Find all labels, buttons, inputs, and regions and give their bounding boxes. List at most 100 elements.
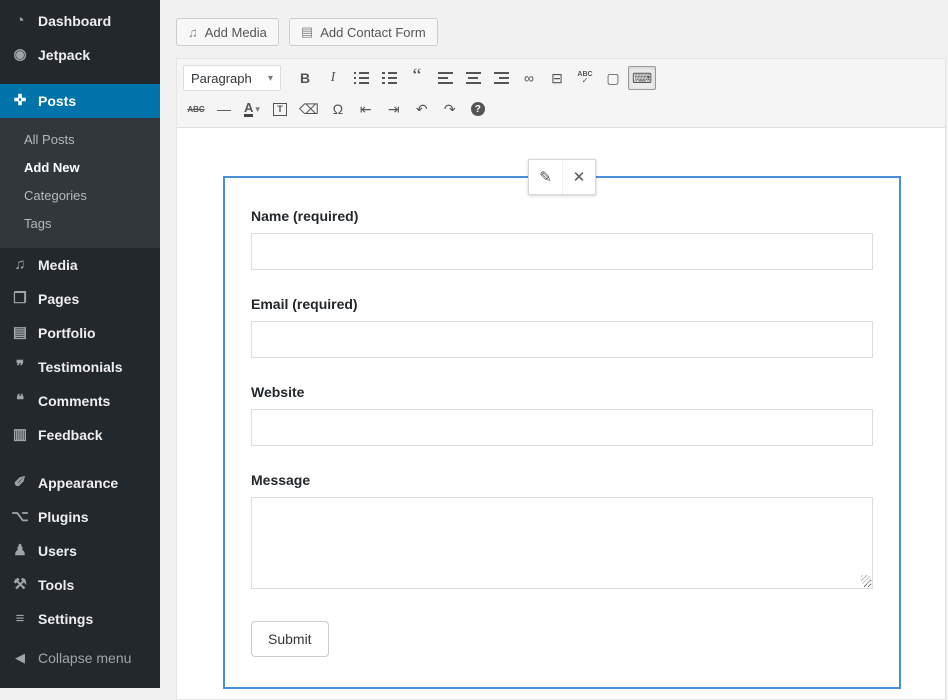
sidebar-item-plugins[interactable]: ⌥ Plugins xyxy=(0,500,160,534)
editor-content-area[interactable]: ✎ ✕ Name (required) Email (required) Web… xyxy=(177,128,945,699)
message-textarea[interactable] xyxy=(251,497,873,589)
sidebar-item-pages[interactable]: ❐ Pages xyxy=(0,282,160,316)
indent-button[interactable]: ⇥ xyxy=(381,97,407,121)
sidebar-item-media[interactable]: ♫ Media xyxy=(0,248,160,282)
align-left-icon xyxy=(438,72,453,84)
align-left-button[interactable] xyxy=(432,66,458,90)
link-button[interactable]: ∞ xyxy=(516,66,542,90)
bulleted-list-icon xyxy=(354,72,369,84)
sidebar-item-dashboard[interactable]: ◔ Dashboard xyxy=(0,4,160,38)
website-input[interactable] xyxy=(251,409,873,446)
editor-page: ♫ Add Media ▤ Add Contact Form Paragraph… xyxy=(160,0,948,688)
contact-form-block-toolbar: ✎ ✕ xyxy=(528,159,596,195)
spellcheck-button[interactable]: ABC ✓ xyxy=(572,66,598,90)
menu-separator xyxy=(0,72,160,84)
outdent-button[interactable]: ⇤ xyxy=(353,97,379,121)
contact-form-block[interactable]: ✎ ✕ Name (required) Email (required) Web… xyxy=(223,176,901,689)
resize-handle[interactable] xyxy=(861,575,870,584)
blockquote-icon: “ xyxy=(413,72,422,84)
undo-button[interactable]: ↶ xyxy=(409,97,435,121)
sidebar-item-users[interactable]: ♟ Users xyxy=(0,534,160,568)
bulleted-list-button[interactable] xyxy=(348,66,374,90)
tools-icon: ⚒ xyxy=(11,576,29,594)
text-color-icon: A xyxy=(244,102,253,117)
sidebar-item-label: Appearance xyxy=(38,474,118,492)
remove-form-button[interactable]: ✕ xyxy=(562,160,595,194)
posts-icon: ✜ xyxy=(11,92,29,110)
special-character-button[interactable]: Ω xyxy=(325,97,351,121)
numbered-list-button[interactable] xyxy=(376,66,402,90)
align-right-icon xyxy=(494,72,509,84)
clear-formatting-button[interactable]: ⌫ xyxy=(295,97,323,121)
name-input[interactable] xyxy=(251,233,873,270)
sidebar-item-feedback[interactable]: ▥ Feedback xyxy=(0,418,160,452)
bold-button[interactable]: B xyxy=(292,66,318,90)
blockquote-button[interactable]: “ xyxy=(404,66,430,90)
add-contact-form-label: Add Contact Form xyxy=(320,25,426,40)
bold-icon: B xyxy=(300,70,310,86)
toolbar-row-2: ABC — A ▾ T ⌫ Ω ⇤ ⇥ ↶ ↷ ? xyxy=(181,94,941,124)
redo-button[interactable]: ↷ xyxy=(437,97,463,121)
toolbar-toggle-button[interactable]: ⌨ xyxy=(628,66,656,90)
message-textarea-wrap xyxy=(251,497,873,589)
redo-icon: ↷ xyxy=(444,101,456,118)
fullscreen-button[interactable]: ▢ xyxy=(600,66,626,90)
close-icon: ✕ xyxy=(573,168,586,186)
numbered-list-icon xyxy=(382,72,397,84)
more-tag-button[interactable]: ⊟ xyxy=(544,66,570,90)
submenu-item-tags[interactable]: Tags xyxy=(0,210,160,238)
sidebar-item-label: Users xyxy=(38,542,77,560)
appearance-icon: ✐ xyxy=(11,474,29,492)
chevron-down-icon: ▾ xyxy=(268,73,273,84)
wordpress-admin: ◔ Dashboard ◉ Jetpack ✜ Posts All Posts … xyxy=(0,0,948,688)
submenu-item-all-posts[interactable]: All Posts xyxy=(0,126,160,154)
collapse-icon: ◀ xyxy=(11,650,29,666)
more-tag-icon: ⊟ xyxy=(551,70,563,87)
media-buttons-row: ♫ Add Media ▤ Add Contact Form xyxy=(176,18,946,46)
contact-form-icon: ▤ xyxy=(301,24,313,40)
sidebar-item-comments[interactable]: ❝ Comments xyxy=(0,384,160,418)
edit-form-button[interactable]: ✎ xyxy=(529,160,562,194)
help-button[interactable]: ? xyxy=(465,97,491,121)
comments-icon: ❝ xyxy=(11,392,29,410)
sidebar-item-portfolio[interactable]: ▤ Portfolio xyxy=(0,316,160,350)
omega-icon: Ω xyxy=(333,101,343,117)
spellcheck-icon: ABC ✓ xyxy=(577,71,592,85)
add-media-button[interactable]: ♫ Add Media xyxy=(176,18,279,46)
indent-icon: ⇥ xyxy=(388,101,400,118)
settings-icon: ≡ xyxy=(11,610,29,628)
horizontal-rule-button[interactable]: — xyxy=(211,97,237,121)
align-right-button[interactable] xyxy=(488,66,514,90)
italic-icon: I xyxy=(331,70,336,86)
visual-editor: Paragraph ▾ B I “ ∞ ⊟ ABC xyxy=(176,58,946,700)
sidebar-item-settings[interactable]: ≡ Settings xyxy=(0,602,160,636)
sidebar-item-appearance[interactable]: ✐ Appearance xyxy=(0,466,160,500)
fullscreen-icon: ▢ xyxy=(606,70,619,87)
strikethrough-button[interactable]: ABC xyxy=(183,97,209,121)
paragraph-format-select[interactable]: Paragraph ▾ xyxy=(183,65,281,91)
sidebar-item-label: Pages xyxy=(38,290,79,308)
italic-button[interactable]: I xyxy=(320,66,346,90)
add-contact-form-button[interactable]: ▤ Add Contact Form xyxy=(289,18,438,46)
align-center-button[interactable] xyxy=(460,66,486,90)
pages-icon: ❐ xyxy=(11,290,29,308)
sidebar-item-collapse-menu[interactable]: ◀ Collapse menu xyxy=(0,642,160,674)
sidebar-item-tools[interactable]: ⚒ Tools xyxy=(0,568,160,602)
submenu-item-categories[interactable]: Categories xyxy=(0,182,160,210)
submenu-item-add-new[interactable]: Add New xyxy=(0,154,160,182)
feedback-icon: ▥ xyxy=(11,426,29,444)
submit-button[interactable]: Submit xyxy=(251,621,329,657)
email-input[interactable] xyxy=(251,321,873,358)
sidebar-item-jetpack[interactable]: ◉ Jetpack xyxy=(0,38,160,72)
sidebar-item-label: Media xyxy=(38,256,78,274)
sidebar-item-label: Jetpack xyxy=(38,46,90,64)
sidebar-item-posts[interactable]: ✜ Posts xyxy=(0,84,160,118)
sidebar-item-testimonials[interactable]: ❞ Testimonials xyxy=(0,350,160,384)
text-color-button[interactable]: A ▾ xyxy=(239,97,265,121)
media-icon: ♫ xyxy=(188,25,198,40)
undo-icon: ↶ xyxy=(416,101,428,118)
plugins-icon: ⌥ xyxy=(11,508,29,526)
sidebar-item-label: Settings xyxy=(38,610,93,628)
name-field-label: Name (required) xyxy=(251,208,873,224)
paste-as-text-button[interactable]: T xyxy=(267,97,293,121)
